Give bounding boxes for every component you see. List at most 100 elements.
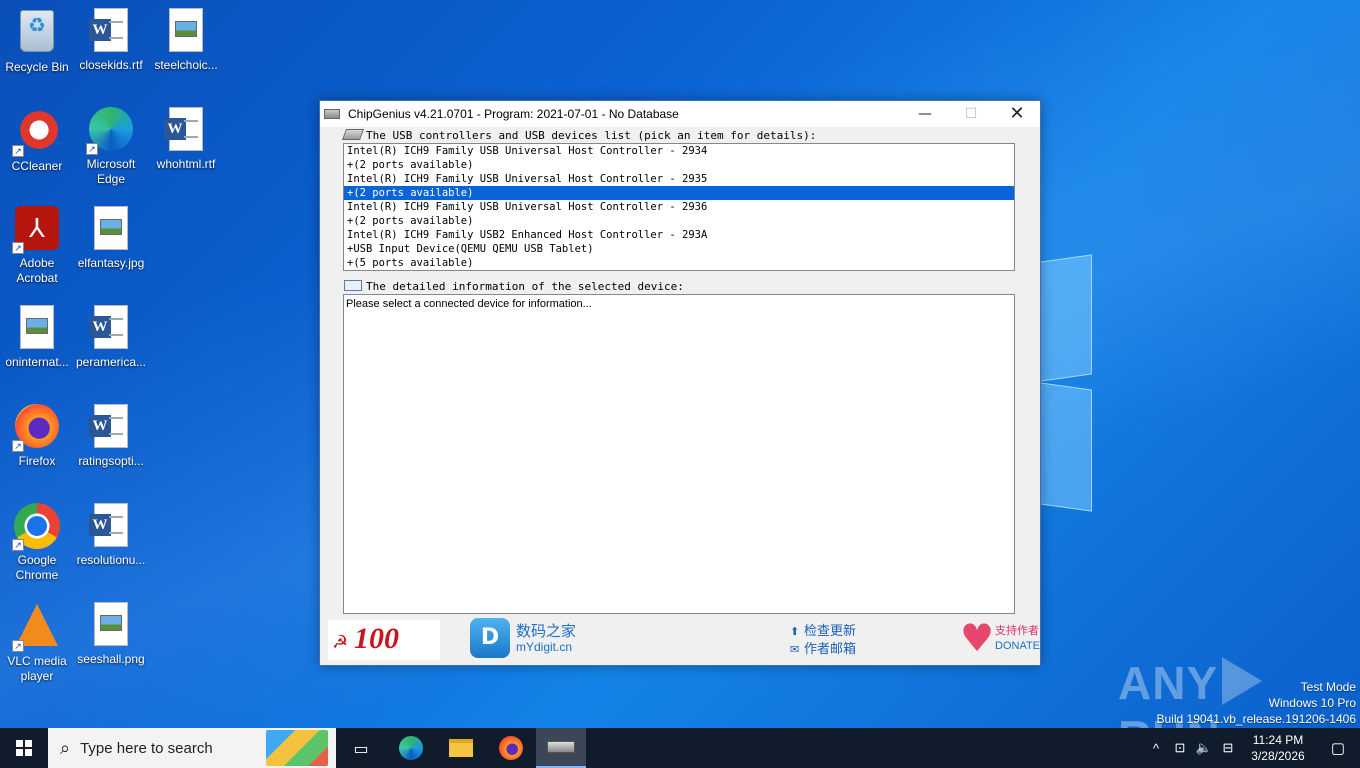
mydigit-logo-icon[interactable]: D bbox=[470, 618, 510, 658]
taskbar-firefox-button[interactable] bbox=[486, 728, 536, 768]
heart-icon[interactable]: ♥ bbox=[960, 618, 1000, 658]
start-button[interactable] bbox=[0, 728, 48, 768]
desktop-icon-label: steelchoic... bbox=[154, 58, 218, 72]
device-row[interactable]: Intel(R) ICH9 Family USB Universal Host … bbox=[344, 144, 1014, 158]
desktop-icon-ratingsopti[interactable]: W ratingsopti... bbox=[75, 404, 147, 469]
device-row[interactable]: +USB Input Device(QEMU QEMU USB Tablet) bbox=[344, 242, 1014, 256]
usb-cable-icon bbox=[341, 129, 365, 140]
clock-time: 11:24 PM bbox=[1252, 733, 1304, 747]
desktop-icon-elfantasy[interactable]: elfantasy.jpg bbox=[75, 206, 147, 271]
device-icon[interactable]: ⊡ bbox=[1168, 740, 1192, 756]
image-file-icon bbox=[169, 8, 203, 52]
search-placeholder: Type here to search bbox=[80, 739, 213, 757]
taskbar: ⌕ Type here to search ▭ ^ ⊡ 🔈 ⊟ 11:24 PM… bbox=[0, 728, 1360, 768]
mydigit-link-en[interactable]: mYdigit.cn bbox=[516, 640, 572, 654]
anniversary-banner: ☭ 100 bbox=[328, 620, 440, 660]
desktop-icon-edge[interactable]: ↗ Microsoft Edge bbox=[75, 107, 147, 187]
device-row-selected[interactable]: +(2 ports available) bbox=[344, 186, 1014, 200]
windows-logo-icon bbox=[16, 740, 32, 756]
minimize-button[interactable]: — bbox=[902, 101, 948, 127]
word-document-icon: W bbox=[89, 404, 128, 448]
window-footer: ☭ 100 D 数码之家 mYdigit.cn ⬆ 检查更新 ✉ 作者邮箱 ♥ 支持… bbox=[320, 616, 1040, 665]
close-button[interactable]: ✕ bbox=[994, 101, 1040, 127]
device-list-label: The USB controllers and USB devices list… bbox=[341, 129, 816, 142]
taskbar-clock[interactable]: 11:24 PM 3/28/2026 bbox=[1240, 732, 1316, 764]
device-row[interactable]: +(2 ports available) bbox=[344, 158, 1014, 172]
desktop-icon-label: Firefox bbox=[18, 454, 56, 468]
system-tray: ^ ⊡ 🔈 ⊟ 11:24 PM 3/28/2026 ▢ bbox=[1144, 728, 1360, 768]
author-email-link[interactable]: ✉ 作者邮箱 bbox=[790, 638, 856, 657]
device-row[interactable]: Intel(R) ICH9 Family USB2 Enhanced Host … bbox=[344, 228, 1014, 242]
taskbar-search-box[interactable]: ⌕ Type here to search bbox=[48, 728, 336, 768]
desktop-icon-label: Adobe Acrobat bbox=[16, 256, 58, 285]
desktop-icon-label: Recycle Bin bbox=[5, 60, 69, 74]
desktop-icon-peramerica[interactable]: W peramerica... bbox=[75, 305, 147, 370]
desktop-icon-label: oninternat... bbox=[5, 355, 69, 369]
device-list[interactable]: Intel(R) ICH9 Family USB Universal Host … bbox=[343, 143, 1015, 271]
donate-link-cn[interactable]: 支持作者 bbox=[995, 622, 1039, 638]
chipgenius-window[interactable]: ChipGenius v4.21.0701 - Program: 2021-07… bbox=[319, 100, 1041, 666]
usb-drive-icon bbox=[324, 109, 340, 119]
donate-link-en[interactable]: DONATE bbox=[995, 640, 1040, 652]
notification-icon[interactable]: ▢ bbox=[1316, 739, 1360, 757]
device-row[interactable]: Intel(R) ICH9 Family USB Universal Host … bbox=[344, 200, 1014, 214]
desktop-icon-vlc[interactable]: ↗ VLC media player bbox=[1, 602, 73, 684]
up-arrow-icon: ⬆ bbox=[790, 625, 800, 638]
taskbar-explorer-button[interactable] bbox=[436, 728, 486, 768]
image-file-icon bbox=[94, 206, 128, 250]
desktop-icon-steelchoic[interactable]: steelchoic... bbox=[150, 8, 222, 73]
desktop-icon-label: Microsoft Edge bbox=[86, 157, 136, 186]
desktop-icon-label: ratingsopti... bbox=[78, 454, 144, 468]
word-document-icon: W bbox=[89, 8, 128, 52]
image-file-icon bbox=[20, 305, 54, 349]
desktop-icon-ccleaner[interactable]: ↗ CCleaner bbox=[1, 107, 73, 174]
device-row[interactable]: Intel(R) ICH9 Family USB Universal Host … bbox=[344, 172, 1014, 186]
recycle-bin-icon bbox=[20, 10, 54, 52]
taskbar-edge-button[interactable] bbox=[386, 728, 436, 768]
desktop-icon-label: VLC media player bbox=[7, 654, 67, 683]
desktop-icon-label: CCleaner bbox=[11, 159, 63, 173]
desktop-icon-whohtml[interactable]: W whohtml.rtf bbox=[150, 107, 222, 172]
window-title: ChipGenius v4.21.0701 - Program: 2021-07… bbox=[348, 107, 679, 121]
desktop-icon-label: elfantasy.jpg bbox=[77, 256, 145, 270]
desktop-icon-recycle-bin[interactable]: Recycle Bin bbox=[1, 8, 73, 75]
search-highlight-art bbox=[266, 730, 328, 766]
word-document-icon: W bbox=[164, 107, 203, 151]
mail-icon: ✉ bbox=[790, 643, 800, 656]
desktop-icon-label: closekids.rtf bbox=[79, 58, 143, 72]
device-row[interactable]: +(2 ports available) bbox=[344, 214, 1014, 228]
task-view-button[interactable]: ▭ bbox=[336, 728, 386, 768]
tray-overflow-chevron-icon[interactable]: ^ bbox=[1144, 741, 1168, 756]
check-update-link[interactable]: ⬆ 检查更新 bbox=[790, 620, 856, 639]
edge-icon bbox=[399, 736, 423, 760]
desktop-icon-chrome[interactable]: ↗ Google Chrome bbox=[1, 503, 73, 583]
firefox-icon bbox=[499, 736, 523, 760]
task-view-icon: ▭ bbox=[353, 738, 369, 758]
desktop-icon-resolutionu[interactable]: W resolutionu... bbox=[75, 503, 147, 568]
taskbar-chipgenius-button[interactable] bbox=[536, 728, 586, 768]
hammer-sickle-icon: ☭ bbox=[332, 632, 349, 653]
network-icon[interactable]: ⊟ bbox=[1216, 740, 1240, 756]
desktop-icon-firefox[interactable]: ↗ Firefox bbox=[1, 404, 73, 469]
desktop-icon-oninternat[interactable]: oninternat... bbox=[1, 305, 73, 370]
desktop-icon-seeshall[interactable]: seeshall.png bbox=[75, 602, 147, 667]
search-icon: ⌕ bbox=[60, 737, 71, 759]
window-titlebar[interactable]: ChipGenius v4.21.0701 - Program: 2021-07… bbox=[320, 101, 1040, 127]
image-file-icon bbox=[94, 602, 128, 646]
volume-icon[interactable]: 🔈 bbox=[1192, 740, 1216, 756]
info-panel-icon bbox=[344, 280, 362, 291]
desktop-icon-acrobat[interactable]: ⅄ ↗ Adobe Acrobat bbox=[1, 206, 73, 286]
mydigit-link-cn[interactable]: 数码之家 bbox=[516, 620, 576, 641]
desktop-icon-closekids[interactable]: W closekids.rtf bbox=[75, 8, 147, 73]
word-document-icon: W bbox=[89, 305, 128, 349]
usb-drive-icon bbox=[547, 741, 575, 753]
detail-label: The detailed information of the selected… bbox=[344, 280, 684, 293]
device-row[interactable]: +(5 ports available) bbox=[344, 256, 1014, 270]
maximize-button[interactable]: ☐ bbox=[948, 101, 994, 127]
desktop-icon-label: whohtml.rtf bbox=[156, 157, 216, 171]
clock-date: 3/28/2026 bbox=[1251, 749, 1305, 763]
folder-icon bbox=[449, 739, 473, 757]
desktop-icon-label: resolutionu... bbox=[76, 553, 146, 567]
device-detail-box[interactable]: Please select a connected device for inf… bbox=[343, 294, 1015, 614]
test-mode-watermark: Test Mode Windows 10 Pro Build 19041.vb_… bbox=[1156, 680, 1357, 726]
